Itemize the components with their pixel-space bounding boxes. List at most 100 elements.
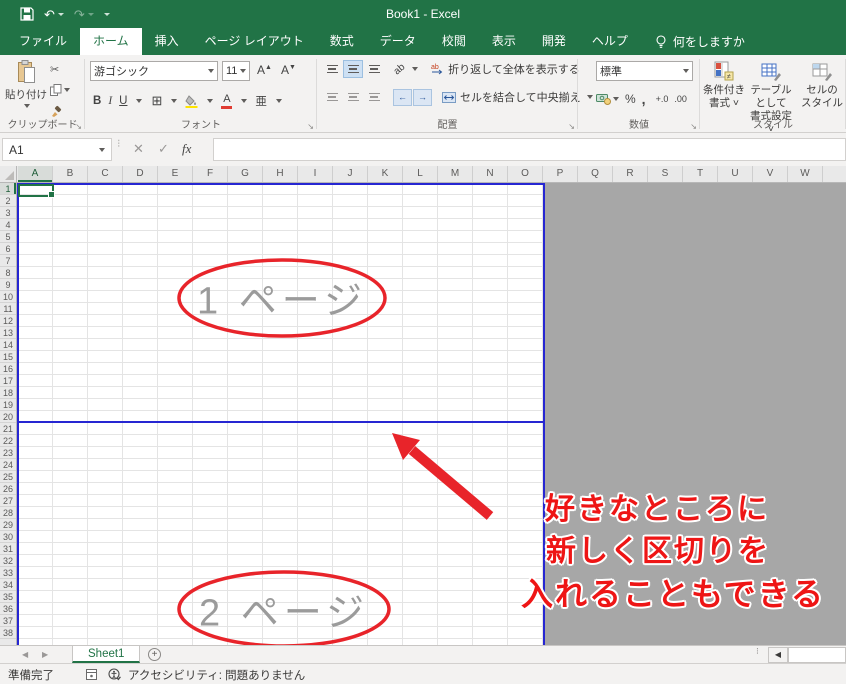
clipboard-dialog-launcher[interactable]: ↘ [75, 123, 82, 131]
column-header-j[interactable]: J [333, 166, 368, 182]
decrease-indent-button[interactable]: ← [394, 90, 411, 105]
column-header-p[interactable]: P [543, 166, 578, 182]
column-header-m[interactable]: M [438, 166, 473, 182]
tell-me-box[interactable]: 何をしますか [645, 28, 755, 55]
accessibility-icon[interactable] [108, 668, 121, 684]
sheet-tab-sheet1[interactable]: Sheet1 [72, 646, 140, 663]
row-header-4[interactable]: 4 [0, 219, 16, 231]
align-top-button[interactable] [323, 61, 341, 77]
column-header-h[interactable]: H [263, 166, 298, 182]
column-header-q[interactable]: Q [578, 166, 613, 182]
font-dialog-launcher[interactable]: ↘ [307, 123, 314, 131]
row-header-27[interactable]: 27 [0, 495, 16, 507]
column-header-t[interactable]: T [683, 166, 718, 182]
percent-style-button[interactable]: % [625, 92, 636, 106]
row-header-20[interactable]: 20 [0, 411, 16, 423]
wrap-text-button[interactable]: ab 折り返して全体を表示する [431, 61, 580, 77]
borders-button[interactable]: ⊞ [151, 93, 162, 109]
tab-insert[interactable]: 挿入 [142, 28, 192, 55]
row-header-10[interactable]: 10 [0, 291, 16, 303]
column-header-w[interactable]: W [788, 166, 823, 182]
fill-color-button[interactable] [185, 95, 198, 108]
name-box[interactable]: A1 [2, 138, 112, 161]
shrink-font-button[interactable]: A▼ [281, 63, 296, 77]
font-color-button[interactable]: A [221, 94, 232, 108]
row-header-9[interactable]: 9 [0, 279, 16, 291]
hscroll-track[interactable] [788, 647, 846, 663]
phonetic-guide-button[interactable]: 亜 [255, 93, 267, 109]
underline-button[interactable]: U [119, 95, 127, 107]
align-left-button[interactable] [323, 89, 341, 105]
row-header-6[interactable]: 6 [0, 243, 16, 255]
alignment-dialog-launcher[interactable]: ↘ [568, 123, 575, 131]
row-header-12[interactable]: 12 [0, 315, 16, 327]
row-header-19[interactable]: 19 [0, 399, 16, 411]
cancel-button[interactable]: ✕ [133, 141, 144, 157]
next-sheet-arrow[interactable]: ▶ [42, 646, 48, 664]
merge-center-button[interactable]: セルを結合して中央揃え [442, 89, 593, 105]
row-header-17[interactable]: 17 [0, 375, 16, 387]
page-break-line[interactable] [17, 421, 545, 423]
column-header-b[interactable]: B [53, 166, 88, 182]
bold-button[interactable]: B [93, 95, 101, 107]
decrease-decimal-button[interactable]: .00 [674, 94, 687, 104]
align-middle-button[interactable] [344, 61, 362, 77]
row-header-29[interactable]: 29 [0, 519, 16, 531]
column-header-d[interactable]: D [123, 166, 158, 182]
column-header-v[interactable]: V [753, 166, 788, 182]
row-header-14[interactable]: 14 [0, 339, 16, 351]
row-header-3[interactable]: 3 [0, 207, 16, 219]
tab-data[interactable]: データ [367, 28, 429, 55]
row-header-36[interactable]: 36 [0, 603, 16, 615]
conditional-formatting-button[interactable]: ≠ 条件付き 書式 ˅ [700, 61, 748, 110]
column-header-o[interactable]: O [508, 166, 543, 182]
row-header-30[interactable]: 30 [0, 531, 16, 543]
row-header-26[interactable]: 26 [0, 483, 16, 495]
row-header-24[interactable]: 24 [0, 459, 16, 471]
formula-input[interactable] [213, 138, 846, 161]
formula-bar-splitter[interactable]: ⁝ [117, 142, 121, 147]
cut-button[interactable]: ✂ [50, 61, 80, 77]
row-header-8[interactable]: 8 [0, 267, 16, 279]
prev-sheet-arrow[interactable]: ◀ [22, 646, 28, 664]
enter-button[interactable]: ✓ [158, 141, 169, 157]
row-header-13[interactable]: 13 [0, 327, 16, 339]
tab-review[interactable]: 校閲 [429, 28, 479, 55]
column-header-f[interactable]: F [193, 166, 228, 182]
copy-button[interactable] [50, 82, 80, 98]
tab-file[interactable]: ファイル [6, 28, 80, 55]
row-header-33[interactable]: 33 [0, 567, 16, 579]
hscroll-left-button[interactable]: ◀ [768, 647, 788, 663]
selected-cell-a1[interactable] [18, 184, 54, 197]
comma-style-button[interactable]: , [642, 91, 646, 107]
accounting-format-button[interactable] [596, 94, 619, 105]
column-header-e[interactable]: E [158, 166, 193, 182]
row-header-34[interactable]: 34 [0, 579, 16, 591]
paste-button[interactable]: 貼り付け [5, 60, 47, 120]
row-header-18[interactable]: 18 [0, 387, 16, 399]
tab-view[interactable]: 表示 [479, 28, 529, 55]
row-header-28[interactable]: 28 [0, 507, 16, 519]
font-size-combo[interactable]: 11 [222, 61, 250, 81]
align-right-button[interactable] [365, 89, 383, 105]
tab-formulas[interactable]: 数式 [317, 28, 367, 55]
column-header-i[interactable]: I [298, 166, 333, 182]
row-header-21[interactable]: 21 [0, 423, 16, 435]
tab-page-layout[interactable]: ページ レイアウト [192, 28, 317, 55]
column-header-l[interactable]: L [403, 166, 438, 182]
row-header-37[interactable]: 37 [0, 615, 16, 627]
tab-developer[interactable]: 開発 [529, 28, 579, 55]
row-header-25[interactable]: 25 [0, 471, 16, 483]
column-header-k[interactable]: K [368, 166, 403, 182]
insert-function-button[interactable]: fx [182, 141, 191, 157]
italic-button[interactable]: I [108, 95, 112, 107]
row-header-22[interactable]: 22 [0, 435, 16, 447]
row-header-16[interactable]: 16 [0, 363, 16, 375]
row-header-15[interactable]: 15 [0, 351, 16, 363]
row-header-2[interactable]: 2 [0, 195, 16, 207]
column-header-a[interactable]: A [18, 166, 53, 182]
tab-help[interactable]: ヘルプ [579, 28, 641, 55]
macro-record-icon[interactable] [86, 669, 97, 683]
cell-styles-button[interactable]: セルの スタイル [798, 61, 846, 110]
grow-font-button[interactable]: A▲ [257, 63, 272, 77]
